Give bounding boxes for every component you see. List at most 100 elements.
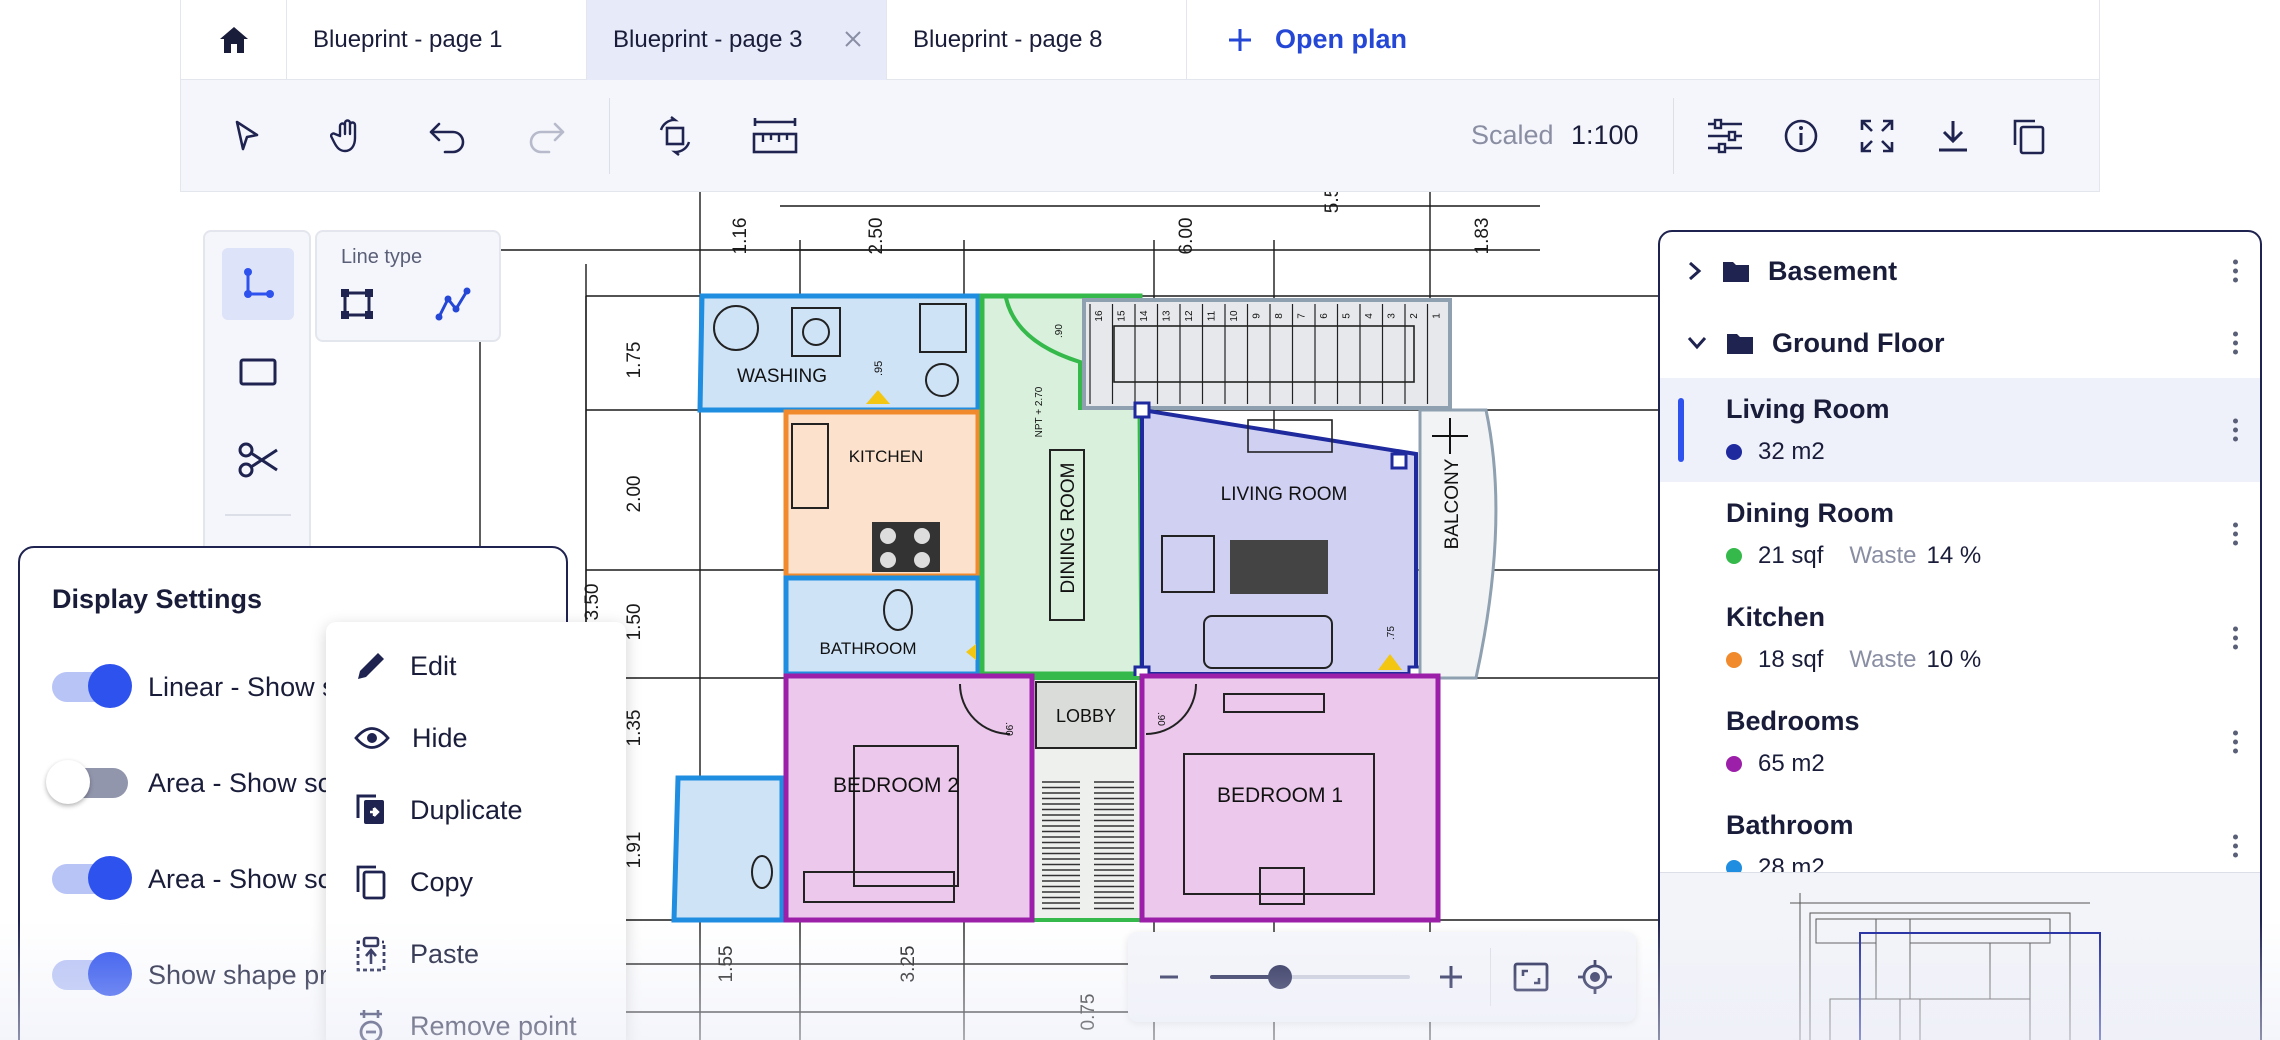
- more-options-icon[interactable]: [2233, 626, 2238, 650]
- room-name: Bedrooms: [1726, 706, 1860, 736]
- label-bathroom: BATHROOM: [820, 639, 917, 658]
- home-button[interactable]: [181, 0, 287, 80]
- zoom-slider-handle[interactable]: [1268, 965, 1292, 989]
- stair-number: 10: [1229, 310, 1240, 322]
- select-tool-button[interactable]: [221, 110, 273, 162]
- waste-value: 14 %: [1926, 542, 1982, 569]
- minimap-preview: [1790, 893, 2101, 1040]
- undo-icon: [429, 122, 465, 154]
- dim-left-2: 2.00: [624, 476, 645, 513]
- line-tool-button[interactable]: [222, 248, 294, 320]
- zoom-out-button[interactable]: [1144, 952, 1194, 1002]
- svg-text:.75: .75: [1386, 626, 1397, 640]
- menu-item-paste[interactable]: Paste: [326, 918, 626, 990]
- fit-screen-icon: [1513, 962, 1549, 992]
- folder-name: Basement: [1768, 255, 1898, 286]
- pan-tool-button[interactable]: [321, 110, 373, 162]
- open-plan-button[interactable]: Open plan: [1187, 0, 1407, 79]
- setting-area-show-2[interactable]: Area - Show sc: [52, 854, 331, 904]
- toggle-switch[interactable]: [52, 856, 132, 900]
- room-area: 32 m2: [1758, 438, 1825, 465]
- dim-left-3: 1.50: [624, 604, 645, 641]
- menu-item-hide[interactable]: Hide: [326, 702, 626, 774]
- room-bedroom2[interactable]: BEDROOM 2 .90: [783, 673, 1035, 923]
- folder-ground-floor[interactable]: Ground Floor: [1660, 308, 2260, 378]
- download-button[interactable]: [1927, 110, 1979, 162]
- room-bathroom[interactable]: BATHROOM: [783, 575, 981, 677]
- room-lobby[interactable]: LOBBY: [1030, 676, 1144, 922]
- setting-label: Show shape pr: [148, 959, 329, 990]
- copy-icon: [356, 865, 386, 900]
- open-plan-label: Open plan: [1275, 24, 1408, 54]
- line-type-panel: Line type: [315, 230, 501, 342]
- undo-button[interactable]: [421, 110, 473, 162]
- room-kitchen[interactable]: KITCHEN: [783, 409, 981, 579]
- sliders-icon: [1708, 118, 1742, 154]
- zoom-slider[interactable]: [1210, 965, 1410, 989]
- room-bedroom1[interactable]: BEDROOM 1 .90: [1139, 673, 1441, 923]
- minimap[interactable]: [1660, 872, 2260, 1040]
- stair-number: 5: [1342, 313, 1353, 319]
- menu-item-copy[interactable]: Copy: [326, 846, 626, 918]
- copy-plan-button[interactable]: [2003, 110, 2055, 162]
- minus-icon: [1160, 975, 1178, 979]
- more-options-icon[interactable]: [2233, 834, 2238, 858]
- room-washing[interactable]: WASHING .95: [697, 293, 981, 413]
- menu-item-edit[interactable]: Edit: [326, 630, 626, 702]
- tab-blueprint-page-8[interactable]: Blueprint - page 8: [887, 0, 1187, 80]
- folder-name: Ground Floor: [1772, 327, 1945, 358]
- line-type-straight-button[interactable]: [331, 278, 383, 330]
- zoom-divider: [1490, 948, 1491, 1006]
- scale-value[interactable]: 1:100: [1571, 120, 1639, 151]
- more-options-icon[interactable]: [2233, 730, 2238, 754]
- rotate-button[interactable]: [649, 110, 701, 162]
- svg-text:.90: .90: [1054, 324, 1065, 338]
- room-item-living-room[interactable]: Living Room 32 m2: [1660, 378, 2260, 482]
- room-balcony[interactable]: BALCONY: [1418, 408, 1498, 680]
- setting-area-show-1[interactable]: Area - Show sc: [46, 758, 331, 808]
- more-options-icon[interactable]: [2233, 331, 2238, 355]
- more-options-icon[interactable]: [2233, 259, 2238, 283]
- tab-label: Blueprint - page 8: [913, 26, 1103, 53]
- zoom-in-button[interactable]: [1426, 952, 1476, 1002]
- tab-blueprint-page-3[interactable]: Blueprint - page 3: [587, 0, 887, 80]
- layers-panel: Basement Ground Floor Living Room 32 m2 …: [1658, 230, 2262, 1040]
- setting-linear-show[interactable]: Linear - Show s: [52, 662, 336, 712]
- menu-item-duplicate[interactable]: Duplicate: [326, 774, 626, 846]
- tab-blueprint-page-1[interactable]: Blueprint - page 1: [287, 0, 587, 80]
- rectangle-tool-button[interactable]: [222, 336, 294, 408]
- cut-tool-button[interactable]: [222, 424, 294, 496]
- toggle-switch[interactable]: [46, 760, 128, 804]
- room-item-kitchen[interactable]: Kitchen 18 sqf Waste 10 %: [1660, 586, 2260, 690]
- waste-label: Waste: [1849, 542, 1917, 569]
- info-button[interactable]: [1775, 110, 1827, 162]
- room-area: 21 sqf: [1758, 542, 1824, 569]
- room-item-bedrooms[interactable]: Bedrooms 65 m2: [1660, 690, 2260, 794]
- line-type-free-button[interactable]: [427, 278, 479, 330]
- measure-button[interactable]: [749, 110, 801, 162]
- menu-item-remove-point[interactable]: Remove point: [326, 990, 626, 1040]
- rotate-icon: [659, 116, 691, 156]
- fit-to-screen-button[interactable]: [1506, 952, 1556, 1002]
- room-item-dining-room[interactable]: Dining Room 21 sqf Waste 14 %: [1660, 482, 2260, 586]
- recenter-button[interactable]: [1570, 952, 1620, 1002]
- dim-bottom-2: 3.25: [898, 946, 919, 983]
- square-path-icon: [341, 289, 373, 319]
- svg-text:.90: .90: [1003, 722, 1014, 736]
- toggle-switch[interactable]: [52, 664, 132, 708]
- chevron-down-icon[interactable]: [1686, 334, 1708, 352]
- room-living[interactable]: LIVING ROOM .75: [1133, 401, 1425, 683]
- more-options-icon[interactable]: [2233, 522, 2238, 546]
- close-tab-button[interactable]: [838, 24, 868, 54]
- adjustments-button[interactable]: [1699, 110, 1751, 162]
- folder-basement[interactable]: Basement: [1660, 236, 2260, 306]
- toggle-switch[interactable]: [52, 952, 132, 996]
- menu-item-label: Duplicate: [410, 794, 523, 825]
- fullscreen-button[interactable]: [1851, 110, 1903, 162]
- chevron-right-icon[interactable]: [1686, 260, 1704, 282]
- dim-top-4: 1.83: [1472, 218, 1493, 255]
- redo-button[interactable]: [521, 110, 573, 162]
- more-options-icon[interactable]: [2233, 418, 2238, 442]
- folder-icon: [1727, 334, 1753, 354]
- setting-show-shape[interactable]: Show shape pr: [52, 950, 328, 1000]
